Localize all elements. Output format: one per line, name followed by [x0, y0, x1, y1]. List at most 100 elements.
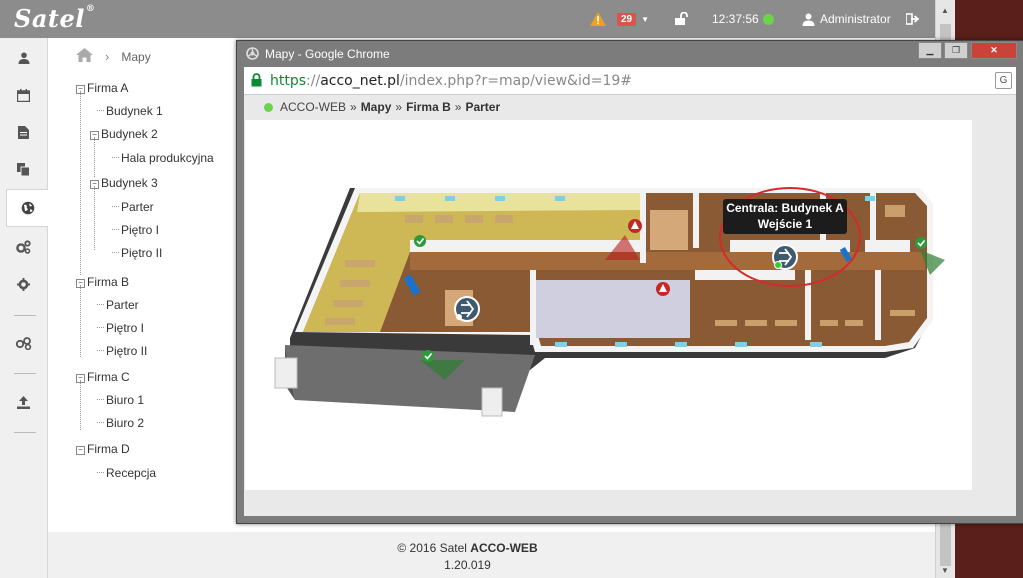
- tree-item[interactable]: − Budynek 3: [90, 176, 158, 190]
- chevron-down-icon: ▼: [641, 14, 650, 24]
- tree-guide-line: [94, 186, 95, 250]
- tree-item[interactable]: Piętro II: [97, 344, 147, 358]
- tree-connector: [97, 422, 104, 423]
- footer-copyright: © 2016 Satel: [397, 541, 467, 555]
- tree-connector: [112, 229, 119, 230]
- tree-item-label: Parter: [121, 200, 154, 214]
- sidebar-divider: [14, 373, 36, 374]
- tree-item-label: Firma C: [87, 370, 130, 384]
- tree-item-label: Biuro 1: [106, 393, 145, 407]
- alert-count-badge: 29: [617, 12, 637, 26]
- cogs-icon[interactable]: [0, 229, 47, 265]
- tree-item[interactable]: Budynek 1: [97, 104, 163, 118]
- tree-guide-line: [80, 285, 81, 357]
- satel-logo[interactable]: Satel®: [14, 4, 95, 33]
- lock-icon: [251, 73, 262, 87]
- maximize-button[interactable]: ❐: [944, 42, 968, 59]
- collapse-icon[interactable]: −: [76, 446, 85, 455]
- tree-item[interactable]: Parter: [112, 200, 154, 214]
- tree-item-label: Budynek 1: [106, 104, 163, 118]
- user-menu[interactable]: Administrator: [802, 0, 891, 38]
- tree-item-label: Biuro 2: [106, 416, 145, 430]
- window-titlebar[interactable]: Mapy - Google Chrome ▁ ❐ ✕: [237, 41, 1023, 66]
- floor-plan-image: [274, 187, 945, 417]
- breadcrumb: › Mapy: [76, 48, 151, 65]
- tree-item-label: Firma D: [87, 442, 130, 456]
- tree-item[interactable]: − Budynek 2: [90, 127, 158, 141]
- chevron-right-icon: ›: [105, 49, 110, 64]
- tree-connector: [97, 399, 104, 400]
- integrations-icon[interactable]: [0, 325, 47, 361]
- document-icon[interactable]: [0, 114, 47, 150]
- connection-status-icon: [763, 0, 774, 38]
- crumb-company[interactable]: Firma B: [406, 100, 451, 114]
- upload-icon[interactable]: [0, 384, 47, 420]
- tree-item[interactable]: − Firma C: [76, 370, 130, 384]
- close-button[interactable]: ✕: [971, 42, 1017, 59]
- minimize-button[interactable]: ▁: [918, 42, 942, 59]
- footer-product: ACCO-WEB: [470, 541, 538, 555]
- tree-item-label: Piętro II: [121, 246, 163, 260]
- unlock-icon[interactable]: [674, 0, 688, 38]
- warning-icon[interactable]: [590, 0, 606, 38]
- tree-item[interactable]: − Firma B: [76, 275, 129, 289]
- tree-item-label: Recepcja: [106, 466, 157, 480]
- home-icon[interactable]: [76, 48, 93, 65]
- tree-item[interactable]: − Firma D: [76, 442, 130, 456]
- tree-connector: [97, 110, 104, 111]
- tree-connector: [97, 472, 104, 473]
- scroll-down-icon[interactable]: ▼: [941, 566, 949, 575]
- tooltip-title: Centrala: Budynek A: [726, 201, 844, 215]
- tree-item-label: Budynek 2: [101, 127, 158, 141]
- crumb-separator: »: [395, 100, 403, 114]
- tree-item[interactable]: Parter: [97, 298, 139, 312]
- crumb-separator: »: [350, 100, 357, 114]
- crumb-maps[interactable]: Mapy: [361, 100, 392, 114]
- tree-item[interactable]: Piętro II: [112, 246, 162, 260]
- tree-item[interactable]: − Firma A: [76, 81, 128, 95]
- floor-map[interactable]: Centrala: Budynek A Wejście 1: [245, 120, 972, 490]
- tree-item-label: Hala produkcyjna: [121, 151, 214, 165]
- maps-globe-icon[interactable]: [6, 189, 49, 227]
- clock-time: 12:37:56: [712, 12, 759, 26]
- users-icon[interactable]: [0, 40, 47, 76]
- tree-guide-line: [80, 380, 81, 430]
- online-status-icon: [264, 102, 273, 112]
- address-bar[interactable]: https://acco_net.pl/index.php?r=map/view…: [244, 67, 1016, 95]
- tree-item-label: Firma A: [87, 81, 129, 95]
- tree-item[interactable]: Recepcja: [97, 466, 156, 480]
- gear-icon[interactable]: [0, 266, 47, 302]
- tooltip-subtitle: Wejście 1: [757, 217, 813, 231]
- tree-item[interactable]: Piętro I: [97, 321, 144, 335]
- tree-item-label: Budynek 3: [101, 176, 158, 190]
- tree-connector: [97, 350, 104, 351]
- crumb-root[interactable]: ACCO-WEB: [280, 100, 346, 114]
- logout-icon[interactable]: [906, 0, 920, 38]
- user-name: Administrator: [820, 12, 891, 26]
- copy-icon[interactable]: [0, 151, 47, 187]
- tree-item-label: Parter: [106, 298, 139, 312]
- footer: © 2016 Satel ACCO-WEB 1.20.019: [0, 540, 935, 574]
- alerts-dropdown[interactable]: 29 ▼: [617, 0, 649, 38]
- map-breadcrumb: ACCO-WEB » Mapy » Firma B » Parter: [264, 100, 500, 114]
- footer-version: 1.20.019: [444, 558, 491, 572]
- url-text[interactable]: https://acco_net.pl/index.php?r=map/view…: [270, 73, 632, 89]
- tree-connector: [112, 206, 119, 207]
- sidebar-divider: [14, 315, 36, 316]
- tree-connector: [112, 157, 119, 158]
- device-tooltip: Centrala: Budynek A Wejście 1: [723, 199, 847, 234]
- tree-guide-line: [94, 137, 95, 177]
- tree-item[interactable]: Hala produkcyjna: [112, 151, 214, 165]
- breadcrumb-current[interactable]: Mapy: [121, 50, 150, 64]
- tree-item[interactable]: Biuro 1: [97, 393, 144, 407]
- chrome-app-icon: [246, 47, 259, 60]
- sidebar: [0, 38, 49, 578]
- tree-item[interactable]: Piętro I: [112, 223, 159, 237]
- scroll-up-icon[interactable]: ▲: [941, 6, 949, 15]
- calendar-icon[interactable]: [0, 77, 47, 113]
- tree-item[interactable]: Biuro 2: [97, 416, 144, 430]
- tree-item-label: Piętro I: [121, 223, 160, 237]
- tree-connector: [97, 327, 104, 328]
- translate-icon[interactable]: G: [995, 72, 1012, 89]
- chrome-popup-window: Mapy - Google Chrome ▁ ❐ ✕ https://acco_…: [236, 40, 1023, 524]
